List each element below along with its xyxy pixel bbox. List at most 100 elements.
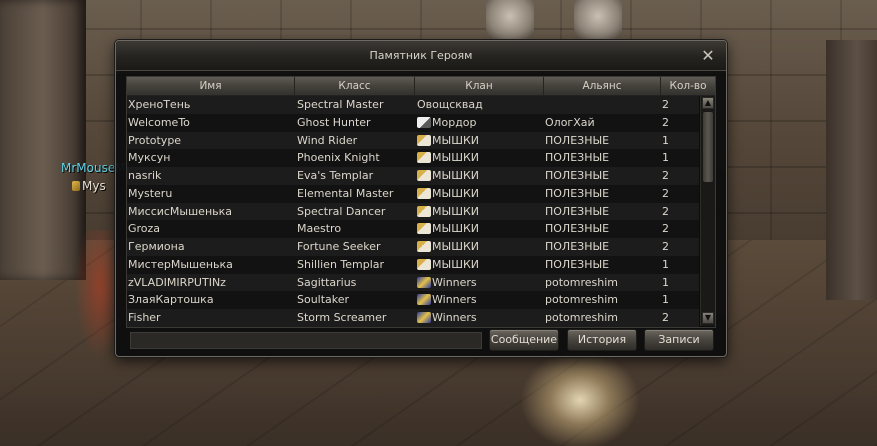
hero-clan-cell: МЫШКИ [417,203,542,221]
scroll-down-button[interactable]: ▼ [702,312,714,324]
clan-name-text: Овощсквад [417,98,483,111]
hero-alliance-cell: ПОЛЕЗНЫЕ [545,204,610,218]
clan-crest-icon [417,312,431,323]
column-header-clan[interactable]: Клан [415,77,544,95]
close-button[interactable]: ✕ [699,47,717,65]
hero-count-cell: 2 [662,98,669,111]
hero-count-cell: 1 [662,257,669,271]
heroes-table: Имя Класс Клан Альянс Кол-во ХреноТень Sp… [126,76,716,328]
hero-alliance-cell: potomreshim [545,293,618,307]
table-row[interactable]: Гермиона Fortune Seeker МЫШКИ ПОЛЕЗНЫЕ 2 [127,238,699,256]
table-row[interactable]: Mysteru Elemental Master МЫШКИ ПОЛЕЗНЫЕ 2 [127,184,699,203]
column-header-count[interactable]: Кол-во [661,77,715,95]
player-title-text: Mys [82,179,106,193]
hero-count-cell: 1 [662,133,669,147]
hero-clan-cell: МЫШКИ [417,256,542,274]
hero-class-cell: Storm Screamer [297,311,387,324]
table-row[interactable]: zVLADIMIRPUTINz Sagittarius Winners potomre… [127,273,699,292]
hero-alliance-cell: ПОЛЕЗНЫЕ [545,186,610,200]
hero-name-cell: ЗлаяКартошка [128,293,214,307]
hero-count-cell: 2 [662,222,669,236]
history-button[interactable]: История [567,329,637,351]
hero-alliance-cell: ПОЛЕЗНЫЕ [545,257,610,271]
hero-name-cell: zVLADIMIRPUTINz [128,275,226,289]
clan-crest-icon [417,241,431,252]
table-row[interactable]: Prototype Wind Rider МЫШКИ ПОЛЕЗНЫЕ 1 [127,131,699,150]
message-button[interactable]: Сообщение [489,329,559,351]
hero-clan-cell: Мордор [417,114,542,132]
clan-name-text: МЫШКИ [432,151,479,165]
clan-crest-icon [417,116,431,128]
hero-class-cell: Soultaker [297,293,350,307]
hero-alliance-cell: ОлогХай [545,115,595,129]
table-row[interactable]: МистерМышенька Shillien Templar МЫШКИ ПОЛЕЗ… [127,255,699,274]
clan-crest-icon [417,170,431,181]
hero-alliance-cell: ПОЛЕЗНЫЕ [545,133,610,147]
clan-crest-icon [72,181,80,191]
clan-name-text: Winners [432,293,477,307]
heroes-monument-window: Памятник Героям ✕ Имя Класс Клан Альянс … [115,40,727,357]
table-row[interactable]: ХреноТень Spectral Master Овощсквад 2 [127,96,699,114]
clan-name-text: МЫШКИ [432,222,479,236]
table-row[interactable]: nasrik Eva's Templar МЫШКИ ПОЛЕЗНЫЕ 2 [127,167,699,185]
hero-alliance-cell: potomreshim [545,275,618,289]
hero-clan-cell: МЫШКИ [417,132,542,150]
clan-name-text: МЫШКИ [432,133,479,147]
hero-name-cell: Гермиона [128,240,185,253]
records-button[interactable]: Записи [644,329,714,351]
hero-name-cell: Mysteru [128,186,173,200]
clan-name-text: МЫШКИ [432,240,479,253]
hero-clan-cell: Winners [417,309,542,327]
hero-name-cell: ХреноТень [128,98,191,111]
hero-name-cell: Groza [128,222,161,236]
hero-count-cell: 2 [662,204,669,218]
hero-name-cell: МистерМышенька [128,257,233,271]
clan-name-text: МЫШКИ [432,257,479,271]
scroll-up-button[interactable]: ▲ [702,97,714,109]
column-header-class[interactable]: Класс [295,77,415,95]
hero-count-cell: 2 [662,169,669,182]
clan-crest-icon [417,134,431,146]
hero-alliance-cell: potomreshim [545,311,618,324]
hero-alliance-cell: ПОЛЕЗНЫЕ [545,169,610,182]
message-input[interactable] [130,332,482,349]
hero-class-cell: Spectral Dancer [297,204,386,218]
column-header-name[interactable]: Имя [127,77,295,95]
hero-name-cell: WelcomeTo [128,115,190,129]
column-header-alliance[interactable]: Альянс [544,77,661,95]
clan-name-text: Winners [432,275,477,289]
hero-count-cell: 2 [662,186,669,200]
hero-clan-cell: Овощсквад [417,96,542,114]
hero-count-cell: 2 [662,240,669,253]
hero-alliance-cell: ПОЛЕЗНЫЕ [545,240,610,253]
right-pillar [826,40,877,300]
hero-clan-cell: МЫШКИ [417,149,542,167]
hero-statue [574,0,622,40]
hero-class-cell: Ghost Hunter [297,115,371,129]
hero-count-cell: 2 [662,115,669,129]
player-clan-label: Mys [72,179,106,193]
table-row[interactable]: Муксун Phoenix Knight МЫШКИ ПОЛЕЗНЫЕ 1 [127,149,699,167]
clan-name-text: МЫШКИ [432,204,479,218]
table-row[interactable]: WelcomeTo Ghost Hunter Мордор ОлогХай 2 [127,113,699,132]
clan-crest-icon [417,276,431,288]
hero-count-cell: 1 [662,293,669,307]
hero-class-cell: Phoenix Knight [297,151,380,165]
vertical-scrollbar[interactable]: ▲ ▼ [700,96,715,326]
hero-alliance-cell [545,96,660,114]
hero-count-cell: 1 [662,151,669,165]
window-title: Памятник Героям [369,49,473,62]
clan-name-text: МЫШКИ [432,169,479,182]
hero-class-cell: Sagittarius [297,275,357,289]
hero-alliance-cell: ПОЛЕЗНЫЕ [545,151,610,165]
table-row[interactable]: ЗлаяКартошка Soultaker Winners potomreshim 1 [127,291,699,309]
clan-crest-icon [417,294,431,306]
scroll-thumb[interactable] [703,112,713,182]
clan-crest-icon [417,258,431,270]
table-row[interactable]: МиссисМышенька Spectral Dancer МЫШКИ ПОЛЕЗН… [127,202,699,221]
table-row[interactable]: Groza Maestro МЫШКИ ПОЛЕЗНЫЕ 2 [127,220,699,238]
clan-crest-icon [417,205,431,217]
hero-name-cell: nasrik [128,169,162,182]
table-row[interactable]: Fisher Storm Screamer Winners potomreshim 2 [127,309,699,327]
hero-class-cell: Wind Rider [297,133,358,147]
